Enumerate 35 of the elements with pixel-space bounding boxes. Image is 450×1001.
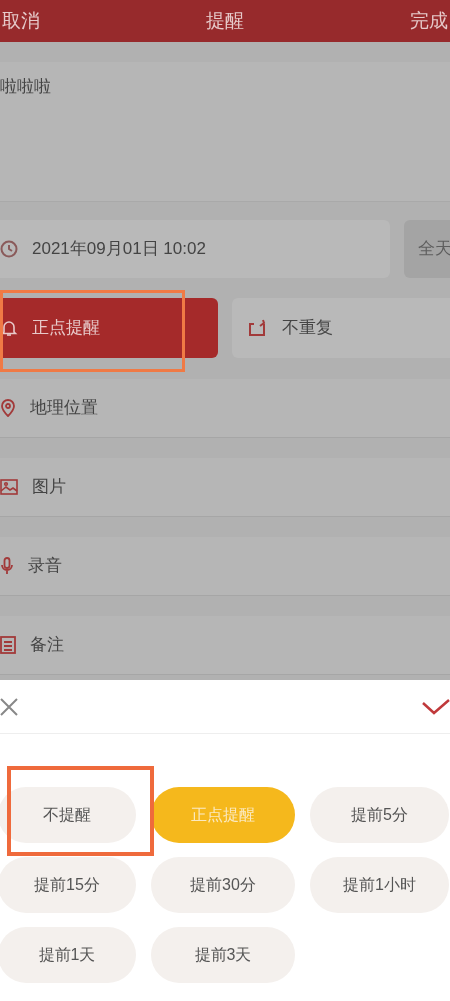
row-label: 图片 [32, 476, 66, 499]
row-label: 录音 [28, 555, 62, 578]
option-row[interactable]: 录音 [0, 537, 450, 596]
option-chip[interactable]: 提前1天 [0, 927, 136, 983]
checkmark-icon[interactable] [422, 698, 450, 715]
option-chip[interactable]: 提前5分 [310, 787, 449, 843]
option-row[interactable]: 备注 [0, 616, 450, 675]
close-icon[interactable] [0, 697, 18, 716]
cancel-link[interactable]: 取消 [0, 6, 40, 36]
option-chip[interactable]: 提前3天 [151, 927, 295, 983]
location-pin-icon [0, 399, 16, 417]
microphone-icon [0, 557, 14, 575]
clock-icon [0, 240, 18, 258]
option-chip[interactable]: 提前15分 [0, 857, 136, 913]
repeat-button[interactable]: 不重复 [232, 298, 450, 358]
screen-title: 提醒 [206, 8, 244, 33]
date-text: 2021年09月01日 10:02 [32, 238, 206, 261]
image-icon [0, 479, 18, 495]
row-label: 备注 [30, 634, 64, 657]
repeat-label: 不重复 [282, 317, 333, 340]
note-field[interactable]: 啦啦啦 [0, 62, 450, 202]
reminder-button[interactable]: 正点提醒 [0, 298, 218, 358]
option-chip[interactable]: 提前1小时 [310, 857, 449, 913]
bell-icon [0, 319, 18, 337]
done-link[interactable]: 完成 [410, 6, 450, 36]
option-chip[interactable]: 不提醒 [0, 787, 136, 843]
date-field[interactable]: 2021年09月01日 10:02 [0, 220, 390, 278]
note-text: 啦啦啦 [0, 77, 51, 96]
reminder-label: 正点提醒 [32, 317, 100, 340]
option-row[interactable]: 图片 [0, 458, 450, 517]
note-icon [0, 636, 16, 654]
option-chip[interactable]: 提前30分 [151, 857, 295, 913]
repeat-icon [248, 319, 268, 337]
option-row[interactable]: 地理位置 [0, 379, 450, 438]
row-label: 地理位置 [30, 397, 98, 420]
